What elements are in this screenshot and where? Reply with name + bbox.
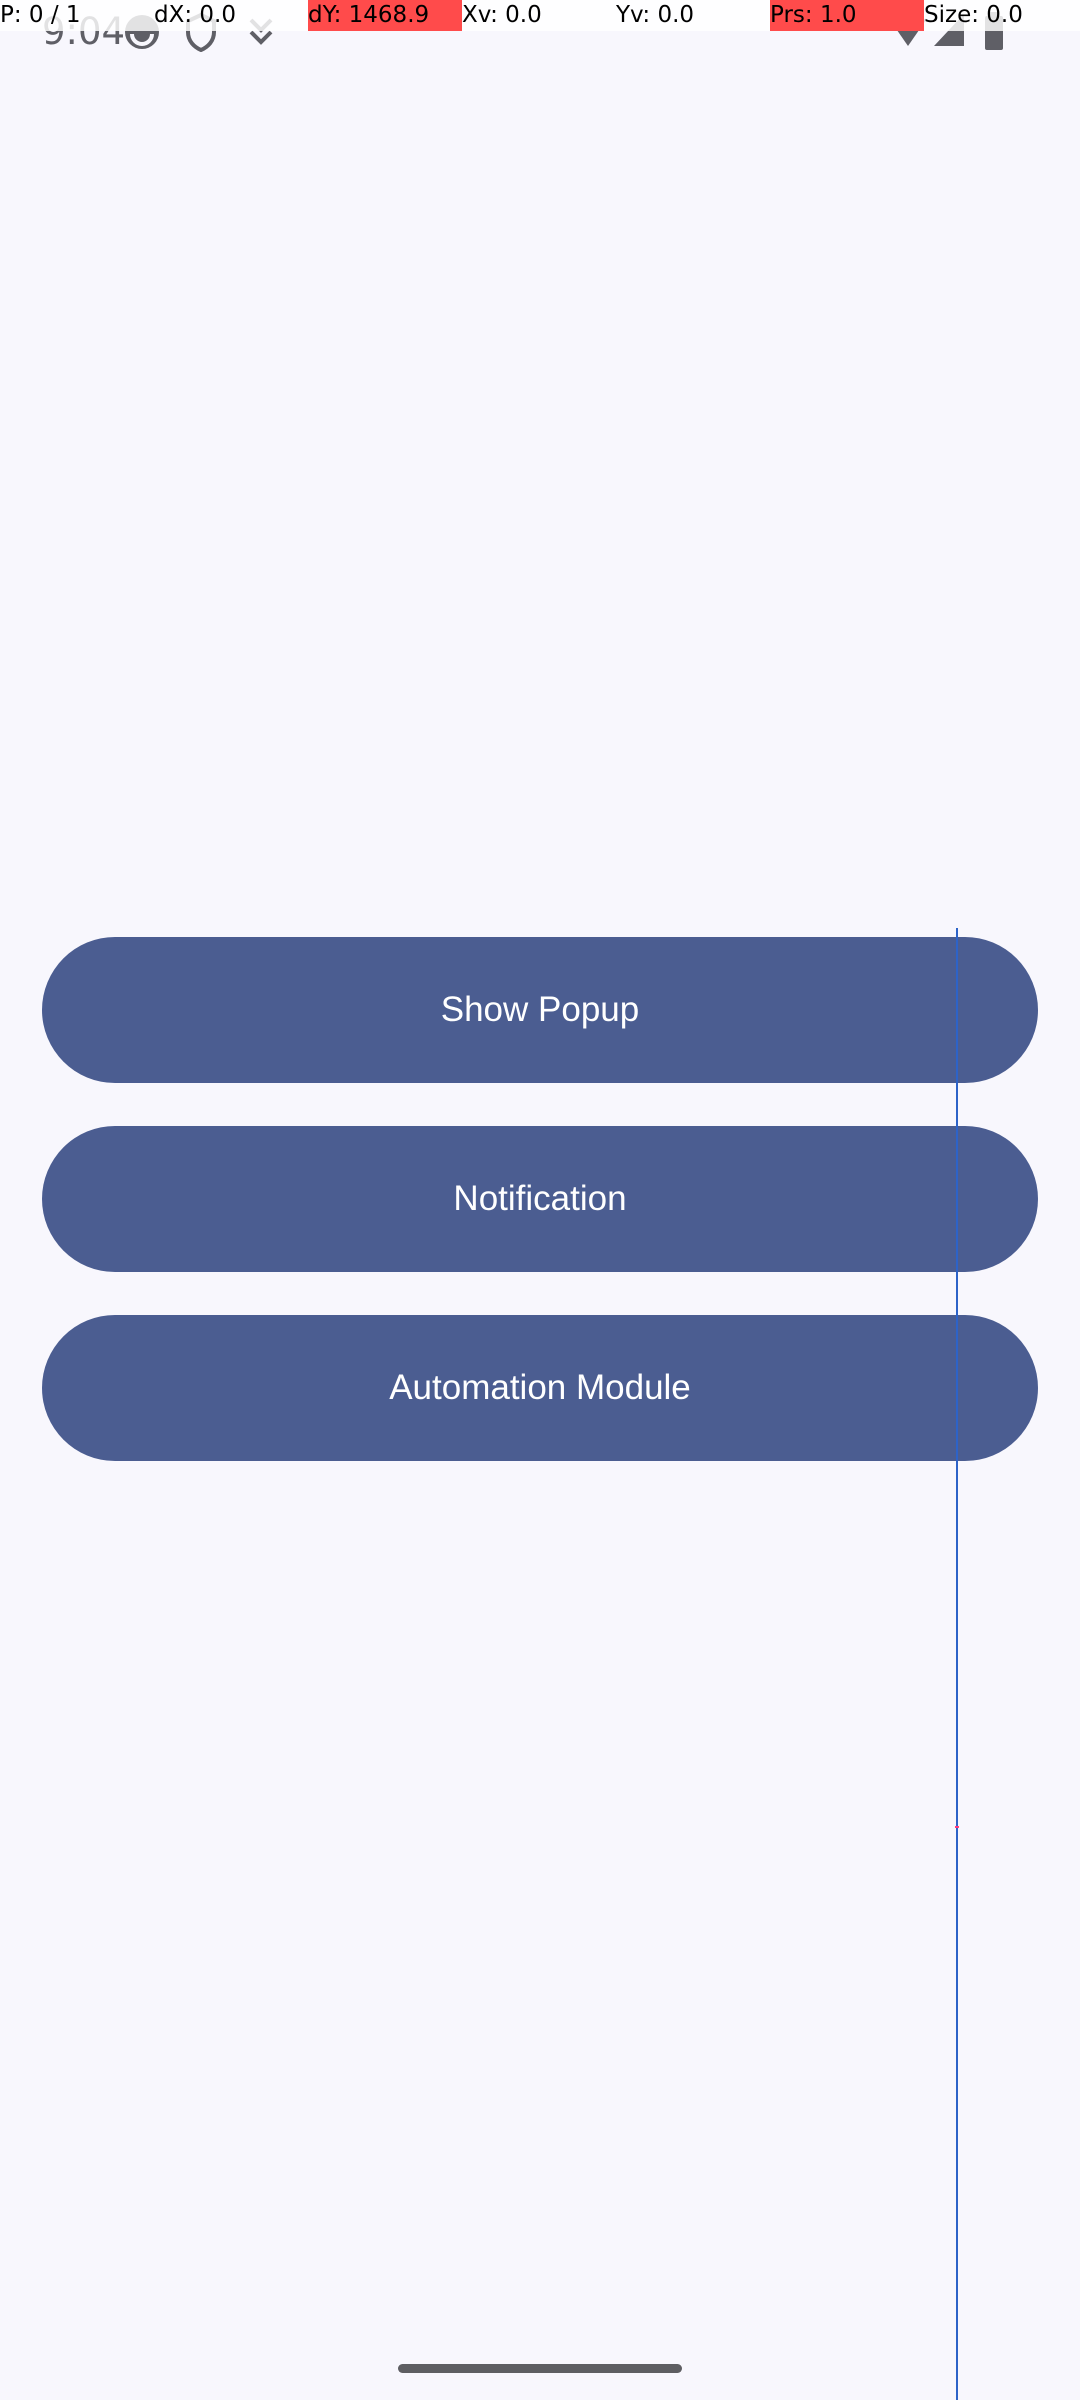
notification-button[interactable]: Notification [42, 1126, 1038, 1272]
show-popup-button[interactable]: Show Popup [42, 937, 1038, 1083]
delta-x: dX: 0.0 [154, 2, 236, 28]
delta-y: dY: 1468.9 [308, 0, 462, 31]
velocity-y: Yv: 0.0 [616, 2, 695, 28]
automation-module-button[interactable]: Automation Module [42, 1315, 1038, 1461]
pointer-location-overlay: P: 0 / 1 dX: 0.0 dY: 1468.9 Xv: 0.0 Yv: … [0, 0, 1080, 31]
navigation-handle[interactable] [398, 2364, 682, 2373]
velocity-x: Xv: 0.0 [462, 2, 542, 28]
pointer-trace-line [956, 928, 958, 2400]
pressure: Prs: 1.0 [770, 0, 924, 31]
pointer-count: P: 0 / 1 [0, 2, 81, 28]
pointer-trace-point [955, 1826, 959, 1828]
touch-size: Size: 0.0 [924, 2, 1023, 28]
